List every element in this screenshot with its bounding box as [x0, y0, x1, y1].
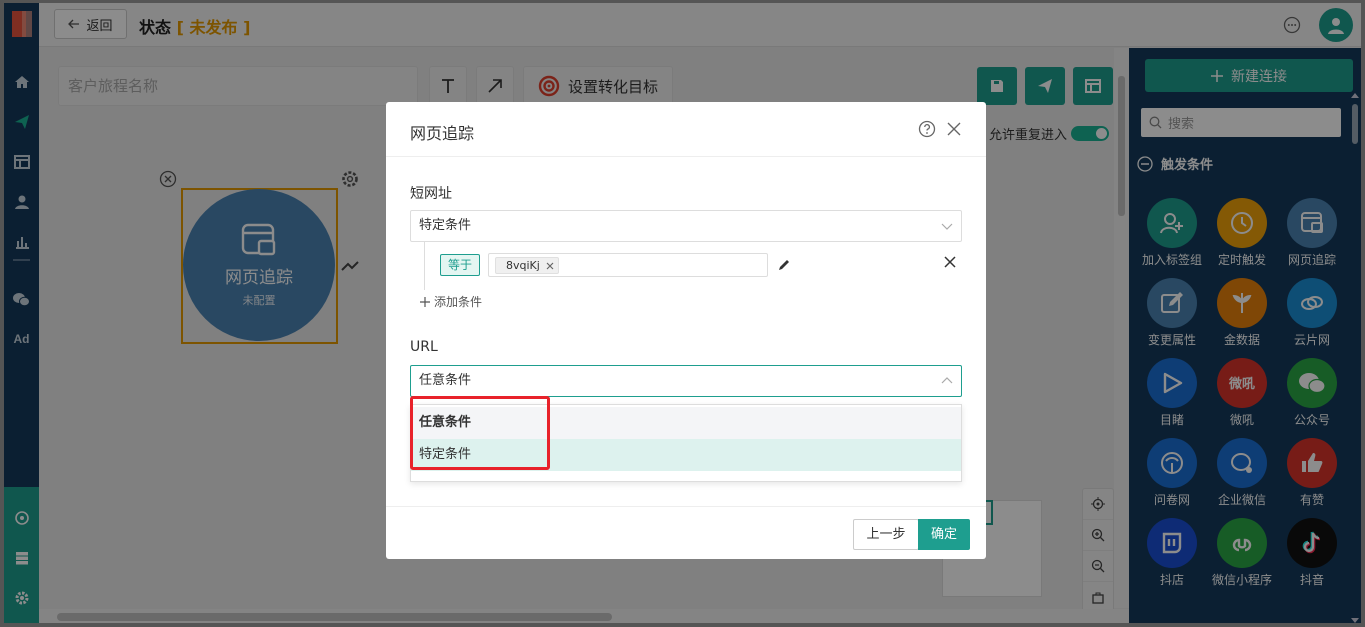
edit-icon[interactable]: [777, 258, 791, 272]
close-icon[interactable]: [946, 121, 962, 137]
plus-icon: [420, 296, 430, 307]
condition-value-text: 8vqiKj: [506, 259, 540, 272]
condition-connector-line: [424, 242, 425, 290]
short-url-mode-value: 特定条件: [419, 218, 472, 233]
app-window: Ad 返回 状态 [ 未发布 ] 客户旅程名称 设置转化目标 允许重复进入 网页…: [0, 0, 1365, 627]
dialog-footer: 上一步 确定: [386, 506, 986, 559]
previous-step-button[interactable]: 上一步: [853, 519, 919, 550]
confirm-button[interactable]: 确定: [918, 519, 970, 550]
condition-value-input[interactable]: 8vqiKj: [488, 253, 768, 277]
chevron-down-icon: [941, 223, 953, 230]
url-mode-select[interactable]: 任意条件: [410, 365, 962, 397]
url-label: URL: [410, 339, 438, 355]
add-condition-button[interactable]: 添加条件: [420, 293, 482, 310]
short-url-label: 短网址: [410, 186, 452, 202]
condition-operator[interactable]: 等于: [440, 254, 480, 276]
annotation-highlight-box: [410, 396, 550, 470]
condition-value-tag: 8vqiKj: [495, 257, 559, 274]
dialog-title: 网页追踪: [410, 124, 475, 143]
web-tracking-dialog: 网页追踪 短网址 特定条件 等于 8vqiKj 添加条件 URL 任意条件 任意…: [386, 102, 986, 559]
help-icon[interactable]: [918, 120, 936, 138]
dialog-header: 网页追踪: [386, 102, 986, 157]
delete-condition-icon[interactable]: [944, 256, 956, 268]
chevron-up-icon: [941, 377, 953, 384]
short-url-mode-select[interactable]: 特定条件: [410, 210, 962, 242]
url-mode-value: 任意条件: [419, 373, 472, 388]
add-condition-label: 添加条件: [434, 295, 483, 309]
tag-remove-icon[interactable]: [546, 262, 554, 270]
